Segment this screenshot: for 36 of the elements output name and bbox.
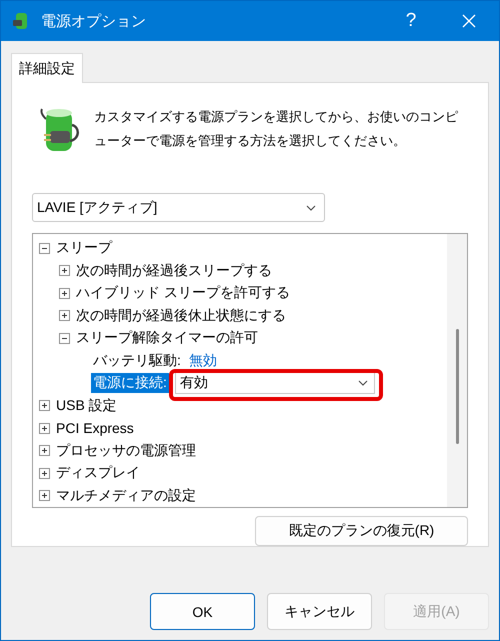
expand-icon[interactable] (59, 265, 70, 276)
value-link[interactable]: 無効 (188, 352, 217, 370)
collapse-icon[interactable] (39, 242, 50, 254)
expand-icon[interactable] (39, 422, 50, 434)
collapse-icon[interactable] (59, 332, 70, 344)
expand-icon[interactable] (39, 445, 50, 456)
chevron-down-icon (358, 380, 368, 386)
tree-item[interactable]: PCI Express (56, 420, 134, 436)
tab[interactable]: 詳細設定 (11, 53, 83, 83)
restore-button[interactable]: 既定のプランの復元(R) (255, 516, 468, 546)
dialog-button[interactable]: OK (150, 593, 255, 630)
close-icon (462, 14, 476, 28)
expand-icon[interactable] (59, 310, 70, 322)
tree-item[interactable]: USB 設定 (56, 396, 117, 415)
setting-label[interactable]: バッテリ駆動: (91, 350, 183, 371)
dialog-button[interactable]: キャンセル (267, 593, 372, 630)
tree-item[interactable]: 次の時間が経過後休止状態にする (76, 306, 286, 325)
description-text: カスタマイズする電源プランを選択してから、お使いのコンピューターで電源を管理する方法を選択してください。 (94, 108, 459, 150)
tree-item[interactable]: プロセッサの電源管理 (56, 442, 196, 460)
tree-item[interactable]: スリープ解除タイマーの許可 (76, 329, 258, 348)
scrollbar[interactable] (447, 234, 467, 507)
help-button[interactable]: ? (387, 1, 435, 41)
tree-item[interactable]: 次の時間が経過後スリープする (76, 262, 272, 280)
tree-item[interactable]: スリープ (56, 239, 112, 258)
tree-item[interactable]: ハイブリッド スリープを許可する (76, 284, 290, 302)
expand-icon[interactable] (39, 400, 50, 412)
plan-dropdown[interactable]: LAVIE [アクティブ] (32, 193, 325, 222)
expand-icon[interactable] (59, 288, 70, 299)
value-dropdown[interactable]: 有効 (174, 372, 375, 394)
window-title: 電源オプション (41, 12, 147, 30)
tree-item[interactable]: ディスプレイ (56, 464, 140, 482)
setting-label[interactable]: 電源に接続: (91, 373, 169, 394)
expand-icon[interactable] (39, 490, 50, 502)
chevron-down-icon (306, 204, 316, 211)
tree-item[interactable]: マルチメディアの設定 (56, 486, 196, 505)
expand-icon[interactable] (39, 468, 50, 479)
